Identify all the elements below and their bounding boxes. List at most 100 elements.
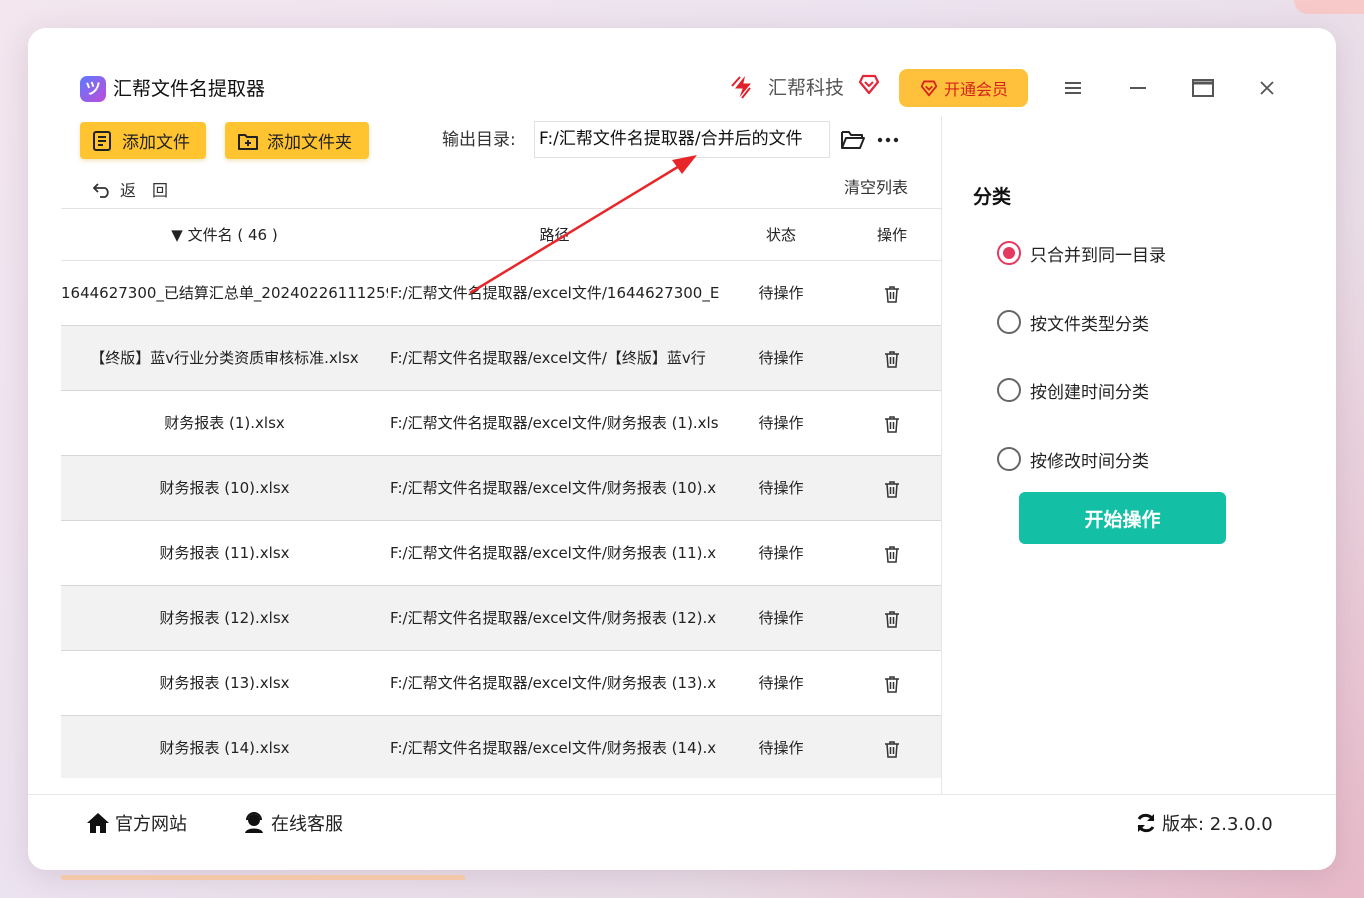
brand-name: 汇帮科技 xyxy=(768,77,845,99)
delete-button[interactable] xyxy=(861,651,923,715)
header-name[interactable]: ▼ 文件名 ( 46 ) xyxy=(61,209,388,261)
trash-icon xyxy=(885,610,899,628)
radio-label: 按修改时间分类 xyxy=(1030,451,1149,472)
file-status: 待操作 xyxy=(758,739,804,757)
diamond-icon xyxy=(920,80,938,97)
start-button[interactable]: 开始操作 xyxy=(1019,492,1226,544)
radio-unselected-icon xyxy=(997,447,1021,471)
heart-diamond-icon[interactable] xyxy=(857,72,881,96)
file-status: 待操作 xyxy=(758,284,804,302)
file-name: 1644627300_已结算汇总单_20240226111259.d xyxy=(61,284,388,302)
add-file-icon xyxy=(93,130,111,151)
online-support-link[interactable]: 在线客服 xyxy=(242,808,343,838)
add-folder-button[interactable]: 添加文件夹 xyxy=(225,122,369,159)
radio-by-file-type[interactable]: 按文件类型分类 xyxy=(997,307,1149,337)
undo-icon xyxy=(92,183,109,198)
radio-merge-same-dir[interactable]: 只合并到同一目录 xyxy=(997,238,1166,268)
trash-icon xyxy=(885,675,899,693)
file-name: 财务报表 (10).xlsx xyxy=(159,479,290,497)
output-dir-label: 输出目录: xyxy=(442,130,516,150)
app-title: 汇帮文件名提取器 xyxy=(113,78,266,100)
footer-bar: 官方网站 在线客服 版本: 2.3.0.0 xyxy=(28,794,1336,870)
delete-button[interactable] xyxy=(861,586,923,650)
file-name: 财务报表 (13).xlsx xyxy=(159,674,290,692)
close-icon[interactable] xyxy=(1253,74,1281,102)
file-table: ▼ 文件名 ( 46 ) 路径 状态 操作 1644627300_已结算汇总单_… xyxy=(61,208,941,778)
app-logo-icon: ツ xyxy=(80,76,106,102)
app-window: ツ 汇帮文件名提取器 汇帮科技 开通会员 添加文件 添加文件夹 输出目录: F:… xyxy=(28,28,1336,870)
version-info[interactable]: 版本: 2.3.0.0 xyxy=(1135,808,1273,838)
file-status: 待操作 xyxy=(758,414,804,432)
radio-unselected-icon xyxy=(997,310,1021,334)
delete-button[interactable] xyxy=(861,391,923,455)
add-file-label: 添加文件 xyxy=(122,133,190,153)
output-dir-field[interactable]: F:/汇帮文件名提取器/合并后的文件 xyxy=(534,121,830,158)
file-path: F:/汇帮文件名提取器/excel文件/【终版】蓝v行 xyxy=(390,349,706,367)
refresh-icon xyxy=(1137,813,1155,833)
add-folder-label: 添加文件夹 xyxy=(267,133,352,153)
version-label: 版本: 2.3.0.0 xyxy=(1162,814,1273,835)
header-name-label: 文件名 xyxy=(187,226,233,244)
back-label: 返 回 xyxy=(120,181,169,200)
add-folder-icon xyxy=(238,133,258,150)
header-status: 状态 xyxy=(765,226,796,244)
support-agent-icon xyxy=(245,812,263,833)
trash-icon xyxy=(885,415,899,433)
file-name: 【终版】蓝v行业分类资质审核标准.xlsx xyxy=(90,349,359,367)
delete-button[interactable] xyxy=(861,326,923,390)
table-row[interactable]: 财务报表 (11).xlsx F:/汇帮文件名提取器/excel文件/财务报表 … xyxy=(61,521,941,586)
delete-button[interactable] xyxy=(861,716,923,778)
file-name: 财务报表 (12).xlsx xyxy=(159,609,290,627)
vip-label: 开通会员 xyxy=(943,80,1008,99)
brand-logo-icon xyxy=(731,73,754,101)
radio-label: 按文件类型分类 xyxy=(1030,314,1149,335)
trash-icon xyxy=(885,350,899,368)
add-file-button[interactable]: 添加文件 xyxy=(80,122,206,159)
radio-selected-icon xyxy=(997,241,1021,265)
table-row[interactable]: 财务报表 (10).xlsx F:/汇帮文件名提取器/excel文件/财务报表 … xyxy=(61,456,941,521)
trash-icon xyxy=(885,740,899,758)
trash-icon xyxy=(885,285,899,303)
file-status: 待操作 xyxy=(758,349,804,367)
table-header: ▼ 文件名 ( 46 ) 路径 状态 操作 xyxy=(61,208,941,261)
home-icon xyxy=(87,813,109,833)
file-path: F:/汇帮文件名提取器/excel文件/财务报表 (12).x xyxy=(390,609,717,627)
menu-icon[interactable] xyxy=(1059,74,1087,102)
back-button[interactable]: 返 回 xyxy=(92,178,168,200)
delete-button[interactable] xyxy=(861,456,923,520)
delete-button[interactable] xyxy=(861,261,923,325)
table-row[interactable]: 财务报表 (14).xlsx F:/汇帮文件名提取器/excel文件/财务报表 … xyxy=(61,716,941,778)
support-label: 在线客服 xyxy=(271,814,343,835)
radio-label: 只合并到同一目录 xyxy=(1030,245,1166,266)
progress-strip xyxy=(61,875,465,880)
trash-icon xyxy=(885,545,899,563)
radio-by-modified-time[interactable]: 按修改时间分类 xyxy=(997,444,1149,474)
clear-list-button[interactable]: 清空列表 xyxy=(844,177,908,199)
vip-button[interactable]: 开通会员 xyxy=(899,69,1028,107)
background-accent xyxy=(1294,0,1364,14)
file-path: F:/汇帮文件名提取器/excel文件/财务报表 (10).x xyxy=(390,479,717,497)
maximize-icon[interactable] xyxy=(1189,74,1217,102)
minimize-icon[interactable] xyxy=(1124,74,1152,102)
sort-down-icon: ▼ xyxy=(171,226,183,244)
file-path: F:/汇帮文件名提取器/excel文件/财务报表 (11).x xyxy=(390,544,717,562)
delete-button[interactable] xyxy=(861,521,923,585)
table-row[interactable]: 【终版】蓝v行业分类资质审核标准.xlsx F:/汇帮文件名提取器/excel文… xyxy=(61,326,941,391)
header-op: 操作 xyxy=(876,226,907,244)
folder-open-icon[interactable] xyxy=(840,128,866,152)
header-path: 路径 xyxy=(539,226,570,244)
category-panel: 分类 只合并到同一目录 按文件类型分类 按创建时间分类 按修改时间分类 开始操作 xyxy=(942,116,1302,794)
file-status: 待操作 xyxy=(758,479,804,497)
radio-label: 按创建时间分类 xyxy=(1030,382,1149,403)
table-row[interactable]: 财务报表 (13).xlsx F:/汇帮文件名提取器/excel文件/财务报表 … xyxy=(61,651,941,716)
official-website-link[interactable]: 官方网站 xyxy=(86,808,187,838)
more-icon[interactable] xyxy=(876,128,900,152)
file-path: F:/汇帮文件名提取器/excel文件/1644627300_E xyxy=(390,284,719,302)
table-row[interactable]: 财务报表 (1).xlsx F:/汇帮文件名提取器/excel文件/财务报表 (… xyxy=(61,391,941,456)
file-status: 待操作 xyxy=(758,609,804,627)
file-status: 待操作 xyxy=(758,544,804,562)
table-row[interactable]: 财务报表 (12).xlsx F:/汇帮文件名提取器/excel文件/财务报表 … xyxy=(61,586,941,651)
radio-by-created-time[interactable]: 按创建时间分类 xyxy=(997,375,1149,405)
table-row[interactable]: 1644627300_已结算汇总单_20240226111259.d F:/汇帮… xyxy=(61,261,941,326)
header-count: 46 xyxy=(248,226,268,244)
